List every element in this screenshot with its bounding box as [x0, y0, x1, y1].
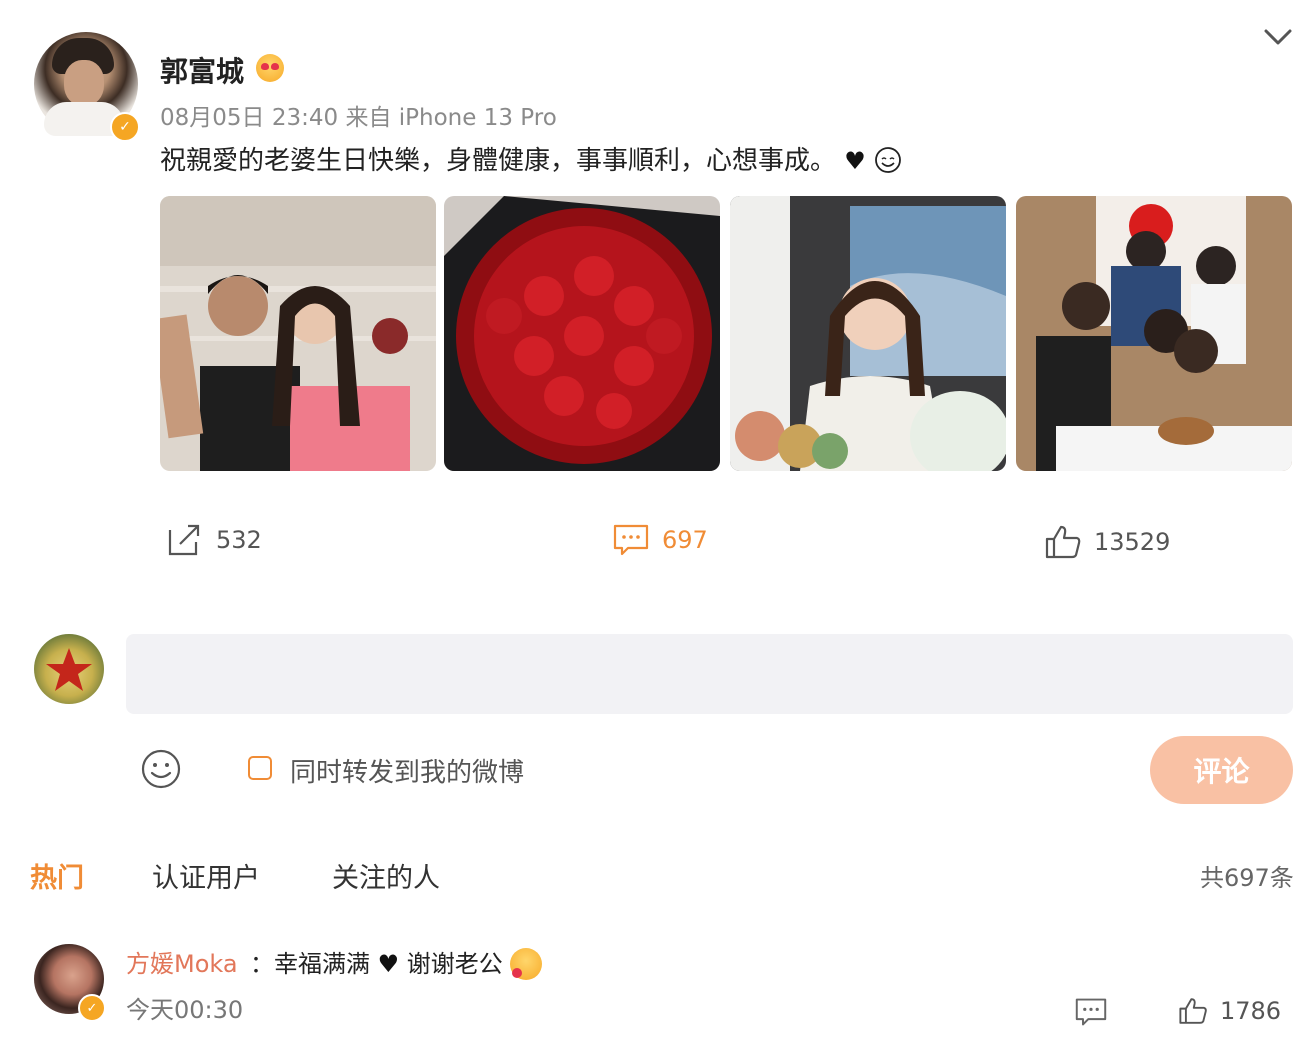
- repost-checkbox-label[interactable]: 同时转发到我的微博: [290, 752, 524, 789]
- post-photo-4[interactable]: [1016, 196, 1292, 471]
- current-user-avatar[interactable]: [34, 634, 104, 704]
- smiley-icon[interactable]: [140, 748, 182, 790]
- black-heart-icon: ♥: [377, 950, 400, 978]
- repost-icon: [168, 524, 200, 556]
- comment-button[interactable]: 697: [612, 522, 708, 558]
- commenter-name[interactable]: 方媛Moka: [126, 944, 238, 979]
- comment-reply-icon[interactable]: [1074, 996, 1108, 1028]
- black-heart-icon: ♥: [844, 147, 866, 175]
- roses-bouquet-photo: [444, 196, 720, 471]
- like-button[interactable]: 13529: [1044, 524, 1170, 560]
- post-text: 祝親愛的老婆生日快樂，身體健康，事事順利，心想事成。 ♥: [160, 140, 902, 177]
- heart-eyes-emoji-icon: [256, 54, 284, 82]
- comment-like-count: 1786: [1220, 997, 1282, 1025]
- couple-photo: [160, 196, 436, 471]
- comment-icon: [613, 524, 649, 556]
- red-star-icon: [46, 648, 92, 691]
- verified-badge-icon: ✓: [110, 112, 140, 142]
- chevron-down-icon[interactable]: [1262, 24, 1294, 50]
- like-icon: [1045, 525, 1081, 559]
- verified-badge-icon: ✓: [78, 994, 106, 1022]
- comment-input[interactable]: [126, 634, 1293, 714]
- avatar-face: [64, 60, 104, 106]
- post-text-content: 祝親愛的老婆生日快樂，身體健康，事事順利，心想事成。: [160, 146, 837, 176]
- post-meta: 08月05日 23:40 来自 iPhone 13 Pro: [160, 105, 557, 131]
- comment-like-button[interactable]: 1786: [1178, 996, 1281, 1026]
- post-photo-2[interactable]: [444, 196, 720, 471]
- author-name[interactable]: 郭富城: [160, 50, 244, 90]
- like-count: 13529: [1094, 528, 1171, 556]
- comment-count: 697: [662, 526, 708, 554]
- comment-text-part1: ：幸福满满: [250, 950, 370, 978]
- family-celebration-photo: [1016, 196, 1292, 471]
- comment-text-part2: 谢谢老公: [406, 950, 503, 978]
- post-photo-3[interactable]: [730, 196, 1006, 471]
- like-icon: [1179, 998, 1207, 1024]
- woman-with-cake-photo: [730, 196, 1006, 471]
- post-photo-1[interactable]: [160, 196, 436, 471]
- repost-checkbox[interactable]: [248, 756, 272, 780]
- comment-text: ：幸福满满 ♥ 谢谢老公: [250, 944, 543, 980]
- tab-following[interactable]: 关注的人: [332, 856, 440, 895]
- repost-count: 532: [216, 526, 262, 554]
- repost-button[interactable]: 532: [166, 522, 262, 558]
- tab-verified-users[interactable]: 认证用户: [152, 856, 260, 895]
- submit-comment-button[interactable]: 评论: [1150, 736, 1293, 804]
- smiley-icon: [875, 147, 901, 173]
- tab-hot[interactable]: 热门: [30, 856, 84, 895]
- comment-time: 今天00:30: [126, 996, 244, 1024]
- kiss-emoji-icon: [510, 948, 543, 980]
- comments-total: 共697条: [1200, 864, 1294, 892]
